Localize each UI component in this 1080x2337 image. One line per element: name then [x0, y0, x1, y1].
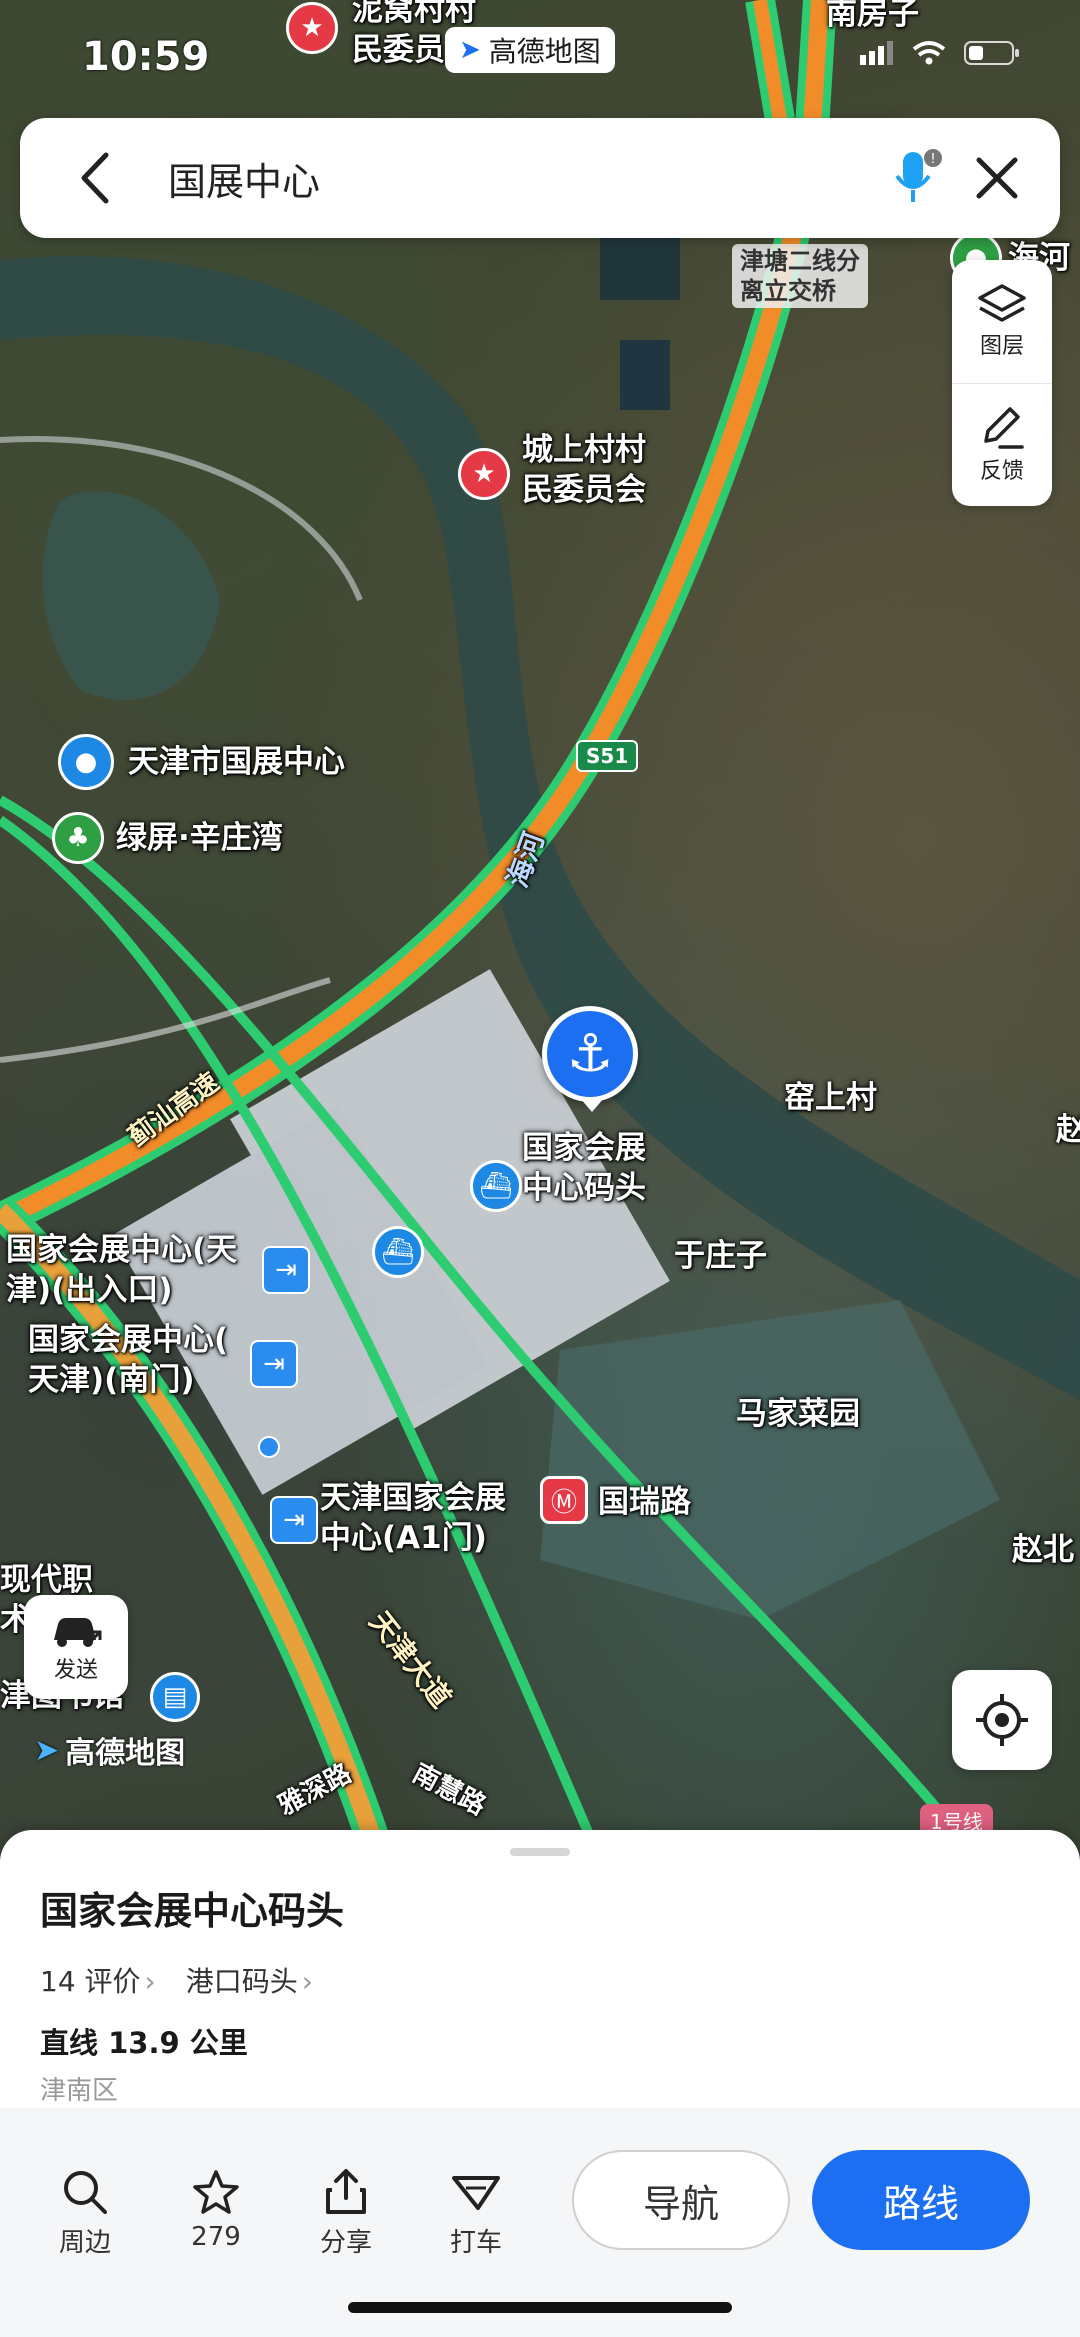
map-label-lvping[interactable]: 绿屏·辛庄湾	[116, 818, 283, 858]
battery-icon	[964, 41, 1019, 65]
place-name: 国家会展中心码头	[40, 1889, 345, 1933]
nearby-button[interactable]: 周边	[35, 2168, 135, 2259]
highway-shield-s51: S51	[576, 740, 639, 772]
sheet-grabber[interactable]	[510, 1848, 570, 1856]
map-label-yuzhuangzi[interactable]: 于庄子	[674, 1236, 767, 1276]
navigate-button[interactable]: 导航	[572, 2150, 790, 2250]
microphone-icon: !	[895, 149, 942, 202]
map-view[interactable]: 泥窝村村 民委员 ★ 南房子 津塘二线分 离立交桥 ● 海河 ★ 城上村村 民委…	[0, 0, 1080, 1860]
entrance-icon[interactable]: ⇥	[262, 1246, 310, 1294]
app-badge-label: 高德地图	[488, 35, 601, 68]
route-button[interactable]: 路线	[812, 2150, 1030, 2250]
back-button[interactable]	[60, 118, 130, 238]
map-label-gate-south[interactable]: 国家会展中心( 天津)(南门)	[28, 1320, 228, 1400]
feedback-button[interactable]: 反馈	[952, 382, 1052, 507]
navigation-arrow-icon: ➤	[34, 1732, 60, 1768]
app-badge: ➤ 高德地图	[445, 27, 615, 73]
status-indicators	[860, 40, 1020, 66]
layers-icon	[978, 284, 1026, 322]
feedback-label: 反馈	[979, 458, 1024, 484]
navigation-arrow-icon: ➤	[459, 35, 481, 65]
layers-label: 图层	[979, 334, 1024, 360]
watermark-label: 高德地图	[65, 1736, 186, 1771]
nearby-label: 周边	[58, 2228, 111, 2258]
map-label-gate-out[interactable]: 国家会展中心(天 津)(出入口)	[6, 1230, 237, 1310]
star-icon[interactable]: ★	[286, 2, 338, 54]
entrance-icon[interactable]: ⇥	[270, 1496, 318, 1544]
boat-icon[interactable]: ⛴	[372, 1226, 424, 1278]
location-pin-icon[interactable]: ●	[58, 734, 114, 790]
map-label-junction[interactable]: 津塘二线分 离立交桥	[732, 244, 868, 308]
favorite-button[interactable]: 279	[166, 2168, 266, 2252]
reviews-label: 14 评价	[40, 1965, 141, 1998]
distance-label: 直线 13.9 公里	[40, 2026, 248, 2060]
map-label-tianjin-guozhan[interactable]: 天津市国展中心	[128, 742, 345, 782]
district-label: 津南区	[40, 2076, 119, 2106]
status-time: 10:59	[82, 34, 210, 80]
send-to-car-button[interactable]: 发送	[24, 1595, 128, 1699]
voice-search-button[interactable]: !	[882, 118, 952, 238]
category-link[interactable]: 港口码头 ›	[186, 1960, 313, 2000]
chevron-right-icon: ›	[144, 1965, 156, 1998]
signal-icon	[860, 41, 893, 65]
taxi-label: 打车	[449, 2228, 502, 2258]
map-label-zhao[interactable]: 赵	[1056, 1110, 1080, 1150]
tree-icon[interactable]: ♣	[52, 812, 104, 864]
favorites-count: 279	[191, 2222, 241, 2252]
share-button[interactable]: 分享	[296, 2168, 396, 2259]
place-meta: 14 评价 › 港口码头 ›	[40, 1960, 313, 2000]
map-label-majiacaiyuan[interactable]: 马家菜园	[736, 1394, 860, 1434]
close-icon	[976, 157, 1018, 199]
pin-pointer	[580, 1098, 604, 1112]
boat-icon[interactable]: ⛴	[470, 1160, 522, 1212]
taxi-icon	[452, 2176, 500, 2210]
search-bar[interactable]: 国展中心 !	[20, 118, 1060, 238]
car-send-icon	[54, 1618, 102, 1648]
entrance-icon[interactable]: ⇥	[250, 1340, 298, 1388]
reviews-link[interactable]: 14 评价 ›	[40, 1960, 156, 2000]
search-input[interactable]: 国展中心	[168, 151, 882, 206]
map-label-zhaobei[interactable]: 赵北	[1012, 1530, 1074, 1570]
wifi-icon	[912, 41, 946, 65]
locate-me-button[interactable]	[952, 1670, 1052, 1770]
small-poi-dot[interactable]	[258, 1436, 280, 1458]
star-icon[interactable]: ★	[458, 448, 510, 500]
chevron-left-icon	[81, 152, 109, 204]
share-icon	[326, 2169, 366, 2214]
close-button[interactable]	[952, 118, 1042, 238]
map-label-gate-a1[interactable]: 天津国家会展 中心(A1门)	[320, 1478, 506, 1558]
map-label-dock[interactable]: 国家会展 中心码头	[522, 1128, 646, 1208]
map-label-chengshang[interactable]: 城上村村 民委员会	[522, 430, 646, 510]
star-outline-icon	[193, 2170, 239, 2214]
home-indicator[interactable]	[348, 2302, 732, 2313]
map-watermark: ➤ 高德地图	[34, 1728, 185, 1772]
metro-station-icon[interactable]: Ⓜ	[540, 1476, 588, 1524]
taxi-button[interactable]: 打车	[426, 2168, 526, 2259]
layers-button[interactable]: 图层	[952, 260, 1052, 383]
send-label: 发送	[53, 1658, 98, 1683]
chevron-right-icon: ›	[301, 1965, 313, 1998]
library-icon[interactable]: ▤	[150, 1672, 200, 1722]
map-label-yaoshang[interactable]: 窑上村	[784, 1078, 877, 1118]
share-label: 分享	[319, 2228, 372, 2258]
edit-icon	[984, 407, 1024, 449]
map-tools-panel: 图层 反馈	[952, 260, 1052, 506]
map-overlay	[0, 0, 1080, 1860]
map-label-nanfangzi[interactable]: 南房子	[826, 0, 919, 34]
map-label-guorui[interactable]: 国瑞路	[598, 1482, 691, 1522]
search-icon	[64, 2171, 107, 2214]
place-detail-sheet[interactable]: 国家会展中心码头 14 评价 › 港口码头 › 直线 13.9 公里 津南区 周边 …	[0, 1830, 1080, 2337]
svg-text:!: !	[930, 152, 935, 167]
anchor-icon[interactable]: ⚓	[542, 1006, 638, 1102]
crosshair-icon	[976, 1694, 1028, 1746]
category-label: 港口码头	[185, 1965, 298, 1998]
